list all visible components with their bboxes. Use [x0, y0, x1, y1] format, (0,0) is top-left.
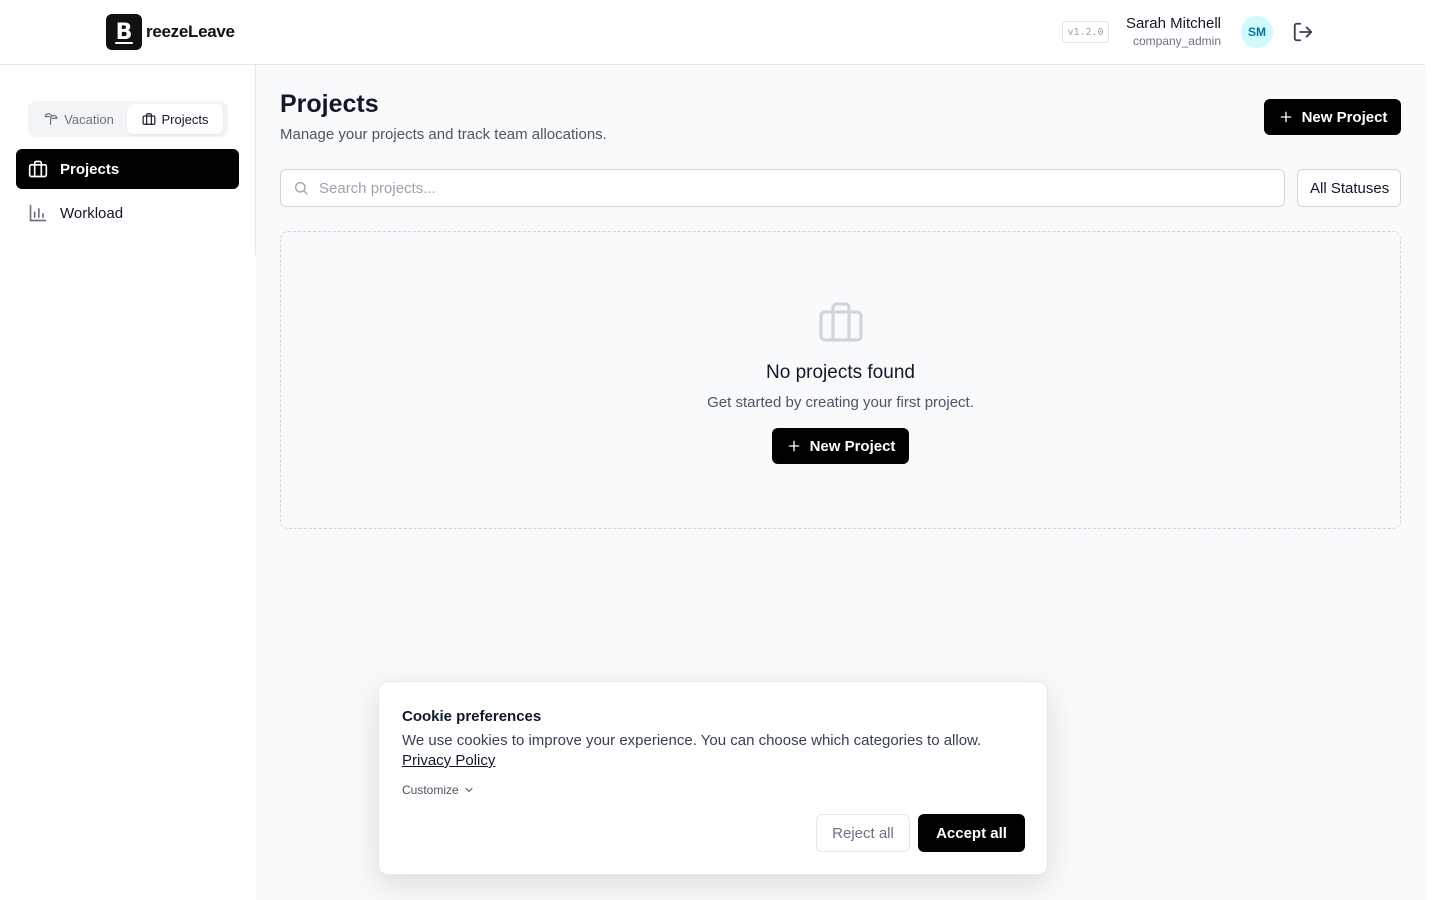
new-project-label: New Project [1301, 108, 1388, 126]
sidebar-item-projects[interactable]: Projects [16, 149, 239, 189]
reject-all-button[interactable]: Reject all [816, 814, 910, 852]
cookie-title: Cookie preferences [402, 708, 542, 725]
mode-toggle: Vacation Projects [28, 101, 228, 137]
sidebar: Vacation Projects Projects Workload [0, 65, 256, 900]
logo-text: reezeLeave [146, 22, 235, 41]
empty-new-project-label: New Project [809, 437, 896, 455]
toggle-vacation-label: Vacation [64, 111, 114, 127]
empty-state: No projects found Get started by creatin… [280, 231, 1401, 529]
status-filter-select[interactable]: All Statuses [1297, 169, 1401, 207]
palm-tree-icon [44, 113, 58, 125]
plus-icon [788, 440, 799, 452]
logo-mark: B [106, 14, 142, 50]
plus-icon [1280, 111, 1291, 123]
avatar[interactable]: SM [1241, 16, 1273, 48]
logout-icon[interactable] [1292, 21, 1314, 43]
search-icon [295, 182, 308, 195]
customize-toggle[interactable]: Customize [402, 783, 475, 797]
toggle-vacation[interactable]: Vacation [31, 104, 127, 134]
user-role: company_admin [1132, 34, 1221, 48]
page-subtitle: Manage your projects and track team allo… [280, 126, 607, 143]
page-title: Projects [280, 90, 379, 118]
user-name: Sarah Mitchell [1125, 15, 1221, 32]
new-project-button[interactable]: New Project [1264, 99, 1401, 135]
privacy-policy-link[interactable]: Privacy Policy [402, 752, 495, 769]
bar-chart-icon [29, 204, 47, 222]
app-logo[interactable]: B reezeLeave [106, 14, 235, 50]
cookie-text: We use cookies to improve your experienc… [402, 732, 982, 749]
sidebar-item-label: Workload [60, 204, 124, 222]
app-header: B reezeLeave v1.2.0 Sarah Mitchell compa… [0, 0, 1425, 65]
user-info: Sarah Mitchell company_admin [1126, 15, 1221, 49]
chevron-down-icon [465, 788, 473, 792]
briefcase-icon [142, 113, 155, 125]
empty-state-subtitle: Get started by creating your first proje… [707, 394, 974, 411]
search-input[interactable] [319, 179, 1219, 197]
sidebar-item-label: Projects [60, 160, 120, 178]
empty-new-project-button[interactable]: New Project [772, 428, 909, 464]
search-box [280, 169, 1285, 207]
cookie-banner: Cookie preferences We use cookies to imp… [378, 681, 1048, 875]
toggle-projects-label: Projects [161, 111, 209, 127]
briefcase-icon [819, 302, 863, 342]
briefcase-icon [28, 160, 48, 178]
version-badge: v1.2.0 [1062, 21, 1109, 43]
status-filter-value: All Statuses [1310, 179, 1390, 197]
sidebar-item-workload[interactable]: Workload [16, 193, 239, 233]
page-scrollbar[interactable] [1425, 0, 1440, 900]
toggle-projects[interactable]: Projects [127, 104, 223, 134]
accept-all-button[interactable]: Accept all [918, 814, 1025, 852]
customize-label: Customize [402, 783, 459, 797]
empty-state-title: No projects found [766, 362, 915, 383]
